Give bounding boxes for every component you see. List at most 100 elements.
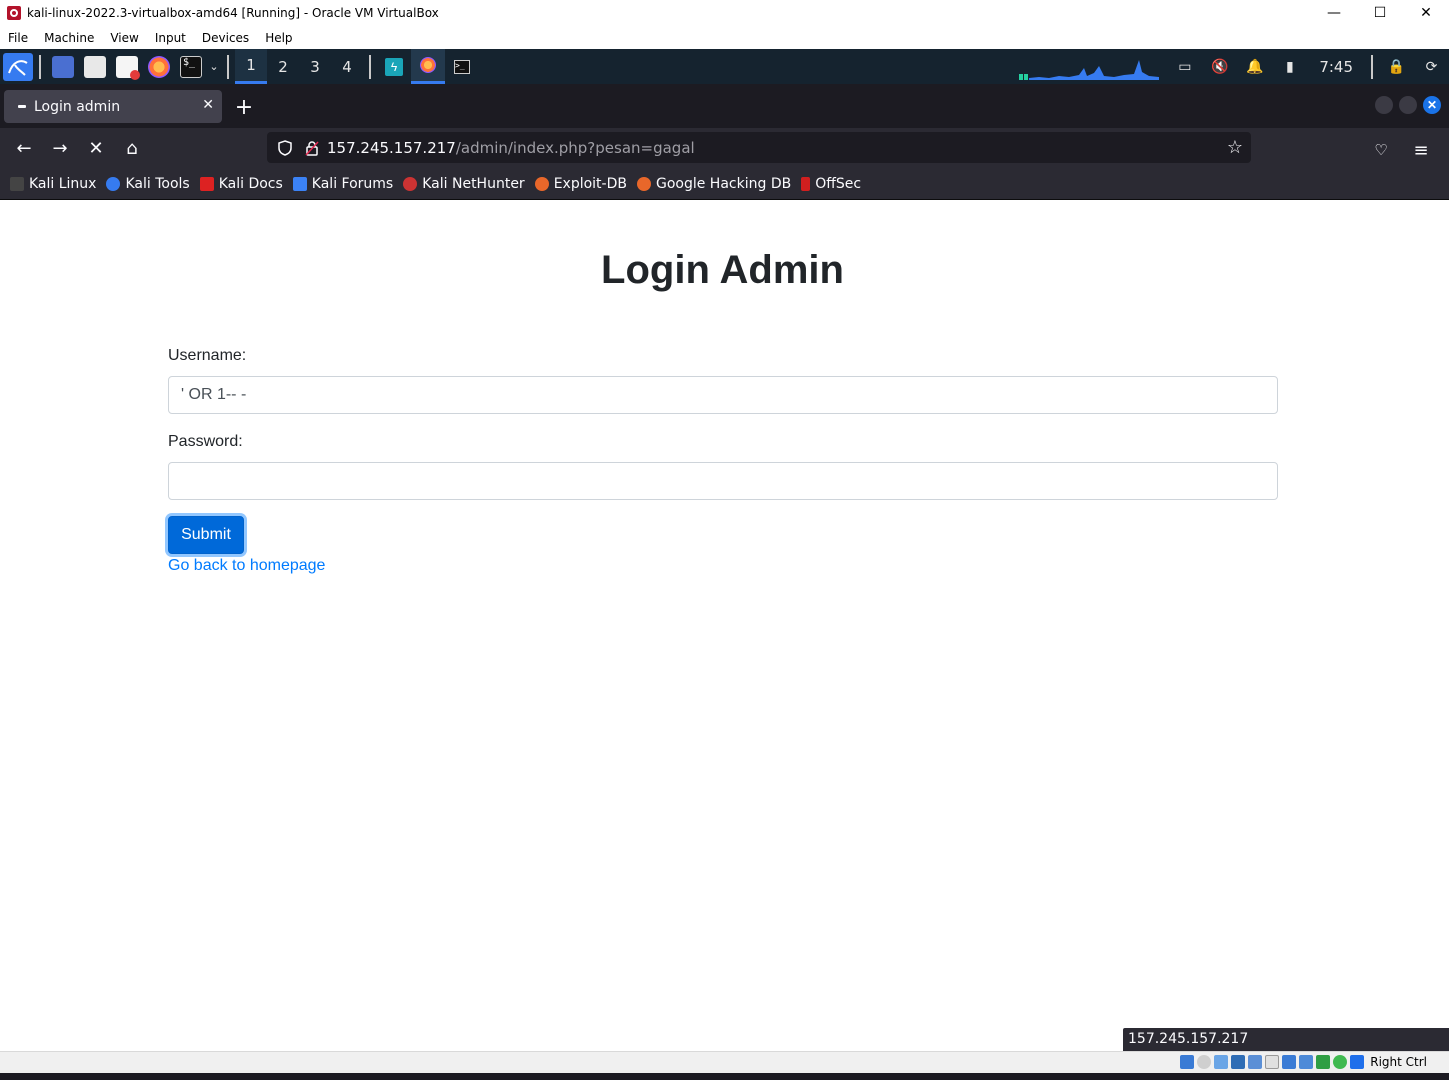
bookmarks-toolbar: Kali Linux Kali Tools Kali Docs Kali For… [0, 169, 1449, 200]
virtualbox-app-icon [7, 6, 21, 20]
volume-muted-icon[interactable]: 🔇 [1202, 49, 1237, 84]
bookmark-label: Exploit-DB [553, 176, 627, 192]
cpu-graph-icon [1019, 59, 1160, 80]
kali-dragon-icon [10, 177, 24, 191]
menu-help[interactable]: Help [257, 31, 300, 45]
audio-icon[interactable] [1214, 1055, 1229, 1069]
task-terminal-icon[interactable]: >_ [445, 49, 479, 84]
shared-folders-icon[interactable] [1265, 1055, 1280, 1069]
panel-separator [227, 54, 229, 79]
home-button[interactable]: ⌂ [114, 131, 150, 167]
submit-button[interactable]: Submit [168, 516, 244, 554]
link-status-tooltip: 157.245.157.217 [1123, 1028, 1449, 1051]
browser-tab[interactable]: Login admin ✕ [4, 90, 222, 123]
maximize-button[interactable]: ☐ [1357, 0, 1403, 26]
minimize-button[interactable]: — [1311, 0, 1357, 26]
vm-menubar: File Machine View Input Devices Help [0, 26, 1449, 49]
mouse-integration-icon[interactable] [1350, 1055, 1365, 1069]
workspace-2[interactable]: 2 [267, 49, 299, 84]
workspace-3[interactable]: 3 [299, 49, 331, 84]
hard-disk-icon[interactable] [1180, 1055, 1195, 1069]
video-capture-icon[interactable] [1299, 1055, 1314, 1069]
bookmark-exploit-db[interactable]: Exploit-DB [534, 176, 627, 192]
insecure-lock-icon[interactable] [305, 140, 319, 156]
host-key-label: Right Ctrl [1370, 1055, 1427, 1069]
kali-top-panel: $_ ⌄ 1 2 3 4 ϟ >_ ▭ 🔇 🔔 ▮ 7:45 🔒 ⟳ [0, 49, 1449, 84]
panel-clock[interactable]: 7:45 [1307, 58, 1365, 76]
logout-icon[interactable]: ⟳ [1414, 49, 1449, 84]
network-icon[interactable]: ▭ [1167, 49, 1202, 84]
close-window-button[interactable]: ✕ [1403, 0, 1449, 26]
page-content: Login Admin Username: Password: Submit G… [0, 200, 1445, 1051]
back-button[interactable]: ← [6, 131, 42, 167]
window-close-button[interactable]: ✕ [1423, 96, 1441, 114]
bookmark-label: Google Hacking DB [655, 176, 792, 192]
kali-tools-icon [106, 177, 121, 191]
bookmark-google-hacking-db[interactable]: Google Hacking DB [636, 176, 792, 192]
bookmark-kali-tools[interactable]: Kali Tools [106, 176, 190, 192]
optical-drive-icon[interactable] [1197, 1055, 1212, 1069]
password-input[interactable] [168, 462, 1278, 500]
terminal-launcher-icon[interactable]: $_ [180, 55, 202, 78]
page-title: Login Admin [601, 248, 844, 292]
stop-loading-button[interactable]: ✕ [78, 131, 114, 167]
task-firefox-icon[interactable] [411, 49, 445, 84]
forward-button[interactable]: → [42, 131, 78, 167]
task-burp-icon[interactable]: ϟ [377, 49, 411, 84]
homepage-link[interactable]: Go back to homepage [168, 557, 325, 575]
notification-bell-icon[interactable]: 🔔 [1237, 49, 1272, 84]
workspace-4[interactable]: 4 [331, 49, 363, 84]
url-bar[interactable]: 157.245.157.217/admin/index.php?pesan=ga… [267, 132, 1251, 163]
browser-tabstrip: Login admin ✕ + ✕ [0, 84, 1449, 128]
bookmark-label: Kali Forums [311, 176, 394, 192]
bookmark-kali-forums[interactable]: Kali Forums [292, 176, 394, 192]
panel-separator [369, 54, 371, 79]
workspace-1[interactable]: 1 [235, 49, 267, 84]
bookmark-star-icon[interactable]: ☆ [1227, 137, 1243, 158]
menu-devices[interactable]: Devices [194, 31, 257, 45]
display-icon[interactable] [1282, 1055, 1297, 1069]
bookmark-kali-docs[interactable]: Kali Docs [199, 176, 283, 192]
usb-icon[interactable] [1248, 1055, 1263, 1069]
text-editor-icon[interactable] [116, 55, 140, 80]
kali-menu-icon[interactable] [3, 52, 33, 81]
window-minimize-button[interactable] [1375, 96, 1393, 114]
kali-docs-icon [199, 177, 214, 191]
firefox-launcher-icon[interactable] [148, 55, 170, 78]
vm-window-title: kali-linux-2022.3-virtualbox-amd64 [Runn… [27, 6, 439, 20]
close-tab-icon[interactable]: ✕ [202, 97, 214, 113]
url-path: /admin/index.php?pesan=gagal [455, 138, 695, 157]
chevron-down-icon[interactable]: ⌄ [207, 49, 221, 84]
menu-machine[interactable]: Machine [36, 31, 102, 45]
tracking-shield-icon[interactable] [277, 139, 293, 156]
bookmark-label: Kali Tools [125, 176, 190, 192]
kali-forums-icon [292, 177, 307, 191]
battery-icon[interactable]: ▮ [1272, 49, 1307, 84]
url-host: 157.245.157.217 [327, 138, 456, 157]
vm-statusbar: Right Ctrl [0, 1051, 1449, 1073]
menu-file[interactable]: File [0, 31, 36, 45]
browser-navbar: ← → ✕ ⌂ 157.245.157.217/admin/index.php?… [0, 128, 1449, 169]
bookmark-offsec[interactable]: OffSec [801, 176, 861, 192]
bookmark-kali-nethunter[interactable]: Kali NetHunter [403, 176, 525, 192]
desktop-icon[interactable] [52, 55, 74, 78]
bookmark-label: Kali Linux [29, 176, 97, 192]
menu-view[interactable]: View [102, 31, 146, 45]
cpu-activity-icon[interactable] [1316, 1055, 1331, 1069]
panel-separator [1371, 54, 1373, 79]
vm-bottom-edge [0, 1073, 1449, 1080]
window-maximize-button[interactable] [1399, 96, 1417, 114]
exploit-db-icon [534, 177, 549, 191]
hamburger-menu-icon[interactable]: ≡ [1403, 132, 1439, 168]
pocket-icon[interactable]: ♡ [1363, 132, 1399, 168]
new-tab-button[interactable]: + [232, 95, 256, 120]
bookmark-kali-linux[interactable]: Kali Linux [10, 176, 96, 192]
guest-additions-icon[interactable] [1333, 1055, 1348, 1069]
menu-input[interactable]: Input [147, 31, 194, 45]
lock-screen-icon[interactable]: 🔒 [1379, 49, 1414, 84]
username-label: Username: [168, 347, 247, 364]
offsec-icon [801, 177, 811, 191]
network-adapter-icon[interactable] [1231, 1055, 1246, 1069]
username-input[interactable] [168, 376, 1278, 414]
file-manager-icon[interactable] [84, 55, 106, 78]
